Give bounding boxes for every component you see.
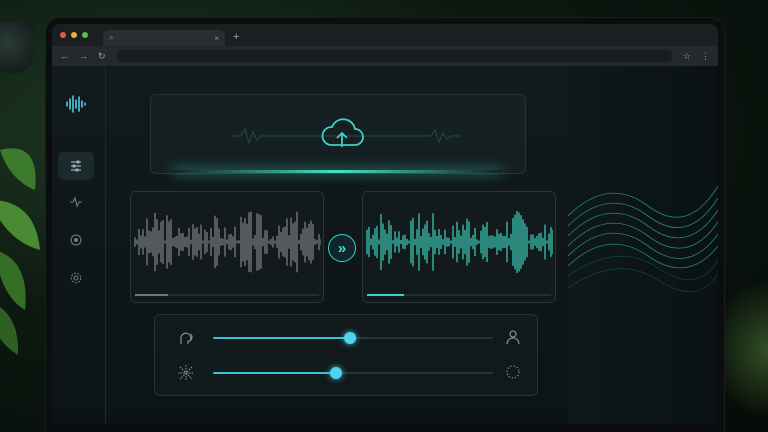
voice-slider-thumb[interactable] xyxy=(344,332,357,344)
upload-glow-line xyxy=(172,170,502,173)
user-icon xyxy=(506,330,520,345)
dotted-circle-icon xyxy=(506,365,520,379)
effect-slider-thumb[interactable] xyxy=(330,367,343,379)
tab-close-icon[interactable]: × xyxy=(214,34,219,43)
close-window-dot[interactable] xyxy=(60,32,66,38)
laptop-bezel-bottom xyxy=(52,424,718,432)
effect-slider[interactable] xyxy=(213,367,493,379)
voice-controls-panel xyxy=(154,314,538,396)
reload-icon[interactable]: ↻ xyxy=(98,51,106,62)
sliders-icon xyxy=(71,160,81,172)
laptop-frame: ⌕ × + ← → ↻ ☆ ⋮ » xyxy=(46,18,724,432)
new-tab-button[interactable]: + xyxy=(233,31,239,43)
waveform-logo-icon xyxy=(66,95,86,113)
voice-slider[interactable] xyxy=(213,332,493,344)
wave-particle-background xyxy=(568,66,718,432)
original-progress-fill xyxy=(135,294,169,296)
effect-slider-fill xyxy=(213,372,337,374)
plant-decoration xyxy=(0,148,40,355)
effect-slider-row xyxy=(155,358,537,386)
converted-progress-track[interactable] xyxy=(367,294,551,296)
browser-menu-icon[interactable]: ⋮ xyxy=(701,51,710,62)
record-icon xyxy=(70,234,82,246)
url-input[interactable] xyxy=(115,50,673,62)
tab-bar: ⌕ × + xyxy=(52,24,718,46)
forward-icon[interactable]: → xyxy=(79,51,88,61)
bookmark-icon[interactable]: ☆ xyxy=(683,51,691,62)
converted-waveform xyxy=(366,211,553,273)
desk-lamp xyxy=(0,22,34,74)
sidebar-item-adjust[interactable] xyxy=(58,152,94,180)
convert-button[interactable]: » xyxy=(328,234,356,262)
voice-slider-fill xyxy=(213,337,351,339)
minimize-window-dot[interactable] xyxy=(71,32,77,38)
sidebar-item-record[interactable] xyxy=(58,226,94,254)
search-icon: ⌕ xyxy=(109,33,114,42)
address-bar: ← → ↻ ☆ ⋮ xyxy=(52,46,718,66)
upload-dropzone[interactable] xyxy=(150,94,526,174)
browser-tab[interactable]: ⌕ × xyxy=(103,30,225,46)
sidebar-item-settings[interactable] xyxy=(58,264,94,292)
sparkle-icon xyxy=(178,365,194,381)
back-icon[interactable]: ← xyxy=(60,51,69,61)
gear-icon xyxy=(70,272,82,284)
converted-audio-panel[interactable] xyxy=(362,191,556,303)
browser-window: ⌕ × + ← → ↻ ☆ ⋮ » xyxy=(52,24,718,432)
original-waveform xyxy=(134,211,321,273)
original-progress-track[interactable] xyxy=(135,294,319,296)
original-audio-panel[interactable] xyxy=(130,191,324,303)
sidebar-item-activity[interactable] xyxy=(58,188,94,216)
cloud-upload-icon xyxy=(321,118,364,147)
converted-progress-fill xyxy=(367,294,404,296)
voice-head-icon xyxy=(180,332,193,344)
sidebar xyxy=(52,66,106,432)
app-content: » xyxy=(52,66,718,432)
pulse-icon xyxy=(70,196,82,208)
maximize-window-dot[interactable] xyxy=(82,32,88,38)
voice-slider-row xyxy=(155,323,537,351)
